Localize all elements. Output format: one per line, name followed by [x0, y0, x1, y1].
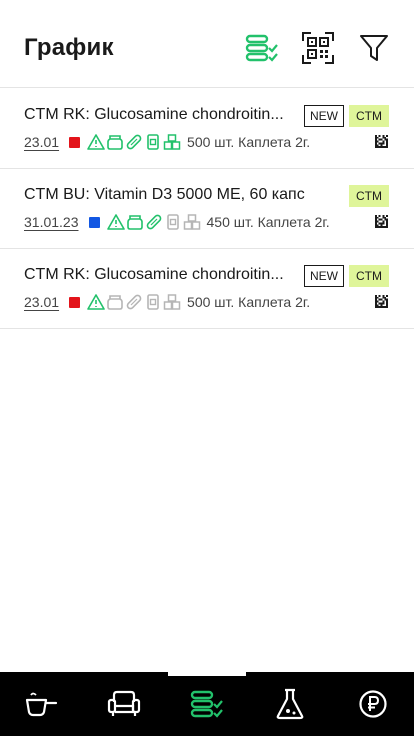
- item-info: 500 шт. Каплета 2г.: [187, 294, 311, 310]
- capsule-icon: [125, 133, 143, 151]
- item-title: CTM RK: Glucosamine chondroitin...: [24, 106, 284, 123]
- capsule-icon: [125, 293, 143, 311]
- bottom-nav: [0, 672, 414, 736]
- boxes-stack-icon: [163, 133, 181, 151]
- status-square: [88, 216, 100, 228]
- filter-button[interactable]: [356, 30, 392, 66]
- app-header: График: [0, 0, 414, 88]
- item-meta: 31.01.23 450 шт. Каплета 2г.: [24, 213, 330, 231]
- datamatrix-icon[interactable]: [375, 215, 388, 228]
- bottle-label-icon: [164, 213, 182, 231]
- new-badge: NEW: [304, 265, 344, 287]
- item-info: 450 шт. Каплета 2г.: [206, 214, 330, 230]
- warning-triangle-icon: [106, 213, 125, 231]
- qr-scan-icon: [302, 32, 334, 64]
- datamatrix-icon[interactable]: [375, 295, 388, 308]
- nav-item-armchair[interactable]: [83, 672, 166, 736]
- armchair-icon: [108, 690, 141, 716]
- item-badges: NEW CTM: [304, 265, 389, 287]
- jar-icon: [106, 293, 124, 311]
- ctm-badge: CTM: [349, 105, 389, 127]
- status-square: [69, 136, 81, 148]
- status-square: [69, 296, 81, 308]
- ctm-badge: CTM: [349, 185, 389, 207]
- item-title: CTM BU: Vitamin D3 5000 ME, 60 капс: [24, 186, 305, 203]
- ruble-icon: [358, 690, 387, 718]
- item-date[interactable]: 23.01: [24, 134, 59, 150]
- list-item[interactable]: CTM RK: Glucosamine chondroitin... NEW CTM…: [0, 249, 414, 329]
- flask-icon: [276, 688, 304, 720]
- item-title: CTM RK: Glucosamine chondroitin...: [24, 266, 284, 283]
- ctm-badge: CTM: [349, 265, 389, 287]
- page-title: График: [24, 34, 114, 61]
- boxes-stack-icon: [163, 293, 181, 311]
- nav-item-ruble[interactable]: [331, 672, 414, 736]
- nav-item-flask[interactable]: [248, 672, 331, 736]
- list-item[interactable]: CTM RK: Glucosamine chondroitin... NEW CTM…: [0, 89, 414, 169]
- schedule-check-icon: [190, 690, 223, 718]
- jar-icon: [106, 133, 124, 151]
- new-badge: NEW: [304, 105, 344, 127]
- warning-triangle-icon: [87, 293, 105, 311]
- item-badges: NEW CTM: [304, 105, 389, 127]
- datamatrix-icon[interactable]: [375, 135, 388, 148]
- jar-icon: [126, 213, 144, 231]
- item-badges: CTM: [349, 185, 389, 207]
- bottle-label-icon: [144, 293, 162, 311]
- capsule-icon: [145, 213, 163, 231]
- item-date[interactable]: 31.01.23: [24, 214, 79, 230]
- schedule-check-icon: [245, 34, 278, 62]
- filter-icon: [360, 35, 388, 61]
- item-date[interactable]: 23.01: [24, 294, 59, 310]
- boxes-stack-icon: [183, 213, 201, 231]
- schedule-button[interactable]: [244, 30, 280, 66]
- scoop-icon: [26, 692, 58, 717]
- item-meta: 23.01 500 шт. Каплета 2г.: [24, 293, 310, 311]
- item-info: 500 шт. Каплета 2г.: [187, 134, 311, 150]
- bottle-label-icon: [144, 133, 162, 151]
- warning-triangle-icon: [87, 133, 105, 151]
- list-item[interactable]: CTM BU: Vitamin D3 5000 ME, 60 капс CTM 31…: [0, 169, 414, 249]
- nav-item-scoop[interactable]: [0, 672, 83, 736]
- qr-scan-button[interactable]: [300, 30, 336, 66]
- nav-item-schedule[interactable]: [166, 672, 249, 736]
- item-meta: 23.01 500 шт. Каплета 2г.: [24, 133, 310, 151]
